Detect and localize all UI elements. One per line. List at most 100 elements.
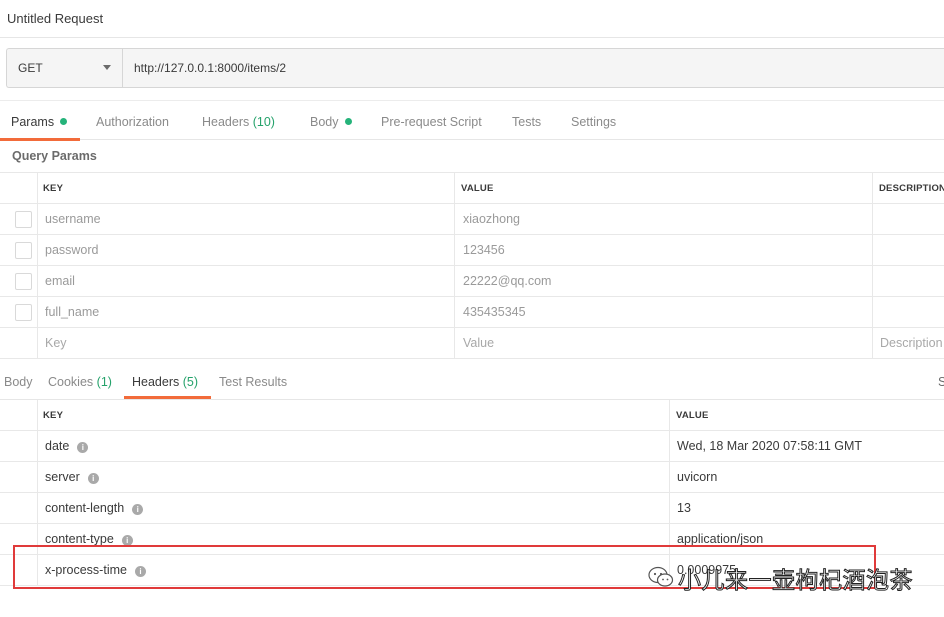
tab-authorization-label: Authorization bbox=[96, 115, 169, 129]
column-header-value: VALUE bbox=[669, 400, 944, 431]
param-description-cell[interactable] bbox=[872, 297, 944, 328]
column-header-description: DESCRIPTION bbox=[872, 173, 944, 204]
status-dot-icon bbox=[344, 118, 352, 125]
active-tab-indicator bbox=[0, 138, 80, 141]
param-value: 435435345 bbox=[463, 305, 526, 319]
column-header-value-label: VALUE bbox=[676, 410, 709, 421]
tab-headers-count: (10) bbox=[252, 115, 275, 129]
param-key: full_name bbox=[45, 305, 100, 319]
active-tab-indicator bbox=[124, 396, 211, 399]
tab-settings-label: Settings bbox=[571, 115, 617, 129]
header-key-cell: date i bbox=[37, 431, 669, 462]
param-value: 123456 bbox=[463, 243, 505, 257]
new-key-input[interactable]: Key bbox=[37, 328, 454, 359]
status-dot-icon bbox=[60, 118, 68, 125]
param-value-cell[interactable]: 123456 bbox=[454, 235, 872, 266]
tab-response-body[interactable]: Body bbox=[4, 375, 33, 389]
param-key: password bbox=[45, 243, 99, 257]
column-header-key-label: KEY bbox=[43, 410, 64, 421]
param-key-cell[interactable]: password bbox=[37, 235, 454, 266]
param-key-cell[interactable]: username bbox=[37, 204, 454, 235]
tab-body[interactable]: Body bbox=[310, 115, 352, 129]
tab-settings[interactable]: Settings bbox=[571, 115, 616, 129]
row-checkbox[interactable] bbox=[15, 242, 32, 259]
new-value-placeholder: Value bbox=[463, 336, 495, 350]
row-checkbox[interactable] bbox=[15, 211, 32, 228]
response-tabs: Body Cookies (1) Headers (5) Test Result… bbox=[0, 366, 944, 400]
param-key: username bbox=[45, 212, 101, 226]
query-params-title: Query Params bbox=[12, 149, 97, 163]
row-checkbox[interactable] bbox=[15, 304, 32, 321]
table-row: username xiaozhong bbox=[0, 204, 944, 235]
new-value-input[interactable]: Value bbox=[454, 328, 872, 359]
header-key: content-length bbox=[45, 501, 125, 515]
new-description-placeholder: Description bbox=[880, 336, 943, 350]
header-key-cell: content-length i bbox=[37, 493, 669, 524]
request-tabs: Params Authorization Headers (10) Body P… bbox=[0, 100, 944, 141]
param-key: email bbox=[45, 274, 75, 288]
header-key: content-type bbox=[45, 532, 114, 546]
method-label: GET bbox=[18, 61, 43, 75]
param-description-cell[interactable] bbox=[872, 204, 944, 235]
param-value-cell[interactable]: xiaozhong bbox=[454, 204, 872, 235]
tab-params-label: Params bbox=[11, 115, 55, 129]
tab-headers-label: Headers bbox=[202, 115, 250, 129]
header-value: uvicorn bbox=[677, 470, 718, 484]
param-value-cell[interactable]: 22222@qq.com bbox=[454, 266, 872, 297]
watermark-text: 小儿来一壶枸杞酒泡茶 bbox=[678, 568, 914, 595]
method-select[interactable]: GET bbox=[7, 49, 123, 87]
param-description-cell[interactable] bbox=[872, 235, 944, 266]
tab-pre-request-script[interactable]: Pre-request Script bbox=[381, 115, 482, 129]
header-value-cell: Wed, 18 Mar 2020 07:58:11 GMT bbox=[669, 431, 944, 462]
table-header-row: KEY VALUE DESCRIPTION bbox=[0, 173, 944, 204]
row-checkbox[interactable] bbox=[15, 273, 32, 290]
new-param-row: Key Value Description bbox=[0, 328, 944, 359]
header-value: 13 bbox=[677, 501, 691, 515]
table-row: server i uvicorn bbox=[0, 462, 944, 493]
param-description-cell[interactable] bbox=[872, 266, 944, 297]
param-value: xiaozhong bbox=[463, 212, 520, 226]
param-key-cell[interactable]: email bbox=[37, 266, 454, 297]
column-header-key: KEY bbox=[37, 400, 669, 431]
tab-params[interactable]: Params bbox=[11, 115, 68, 129]
tab-cookies[interactable]: Cookies (1) bbox=[48, 375, 112, 389]
header-key: server bbox=[45, 470, 80, 484]
request-title-bar: Untitled Request bbox=[0, 0, 944, 38]
tab-cookies-label: Cookies bbox=[48, 375, 94, 389]
header-key-cell: server i bbox=[37, 462, 669, 493]
info-icon[interactable]: i bbox=[132, 504, 144, 515]
column-header-value-label: VALUE bbox=[461, 183, 494, 194]
table-row: password 123456 bbox=[0, 235, 944, 266]
info-icon[interactable]: i bbox=[77, 442, 89, 453]
param-key-cell[interactable]: full_name bbox=[37, 297, 454, 328]
header-value: Wed, 18 Mar 2020 07:58:11 GMT bbox=[677, 439, 863, 453]
column-header-key: KEY bbox=[37, 173, 454, 204]
info-icon[interactable]: i bbox=[87, 473, 99, 484]
table-row: email 22222@qq.com bbox=[0, 266, 944, 297]
header-value: application/json bbox=[677, 532, 764, 546]
tab-response-body-label: Body bbox=[4, 375, 33, 389]
tab-tests[interactable]: Tests bbox=[512, 115, 541, 129]
tab-authorization[interactable]: Authorization bbox=[96, 115, 169, 129]
tab-tests-label: Tests bbox=[512, 115, 542, 129]
table-row: full_name 435435345 bbox=[0, 297, 944, 328]
table-row: date i Wed, 18 Mar 2020 07:58:11 GMT bbox=[0, 431, 944, 462]
tab-headers[interactable]: Headers (10) bbox=[202, 115, 275, 129]
watermark: 小儿来一壶枸杞酒泡茶 bbox=[648, 559, 918, 595]
column-header-key-label: KEY bbox=[43, 183, 64, 194]
tab-test-results[interactable]: Test Results bbox=[219, 375, 287, 389]
tab-response-headers-label: Headers bbox=[132, 375, 180, 389]
header-value-cell: uvicorn bbox=[669, 462, 944, 493]
tab-test-results-label: Test Results bbox=[219, 375, 288, 389]
url-input[interactable]: http://127.0.0.1:8000/items/2 bbox=[134, 61, 286, 75]
header-key: date bbox=[45, 439, 70, 453]
header-value-cell: 13 bbox=[669, 493, 944, 524]
query-params-table: KEY VALUE DESCRIPTION username xiaozhong… bbox=[0, 172, 944, 359]
tab-response-headers[interactable]: Headers (5) bbox=[132, 375, 198, 389]
new-description-input[interactable]: Description bbox=[872, 328, 944, 359]
request-title[interactable]: Untitled Request bbox=[7, 11, 103, 26]
new-key-placeholder: Key bbox=[45, 336, 67, 350]
wechat-icon bbox=[648, 566, 674, 587]
status-edge-text: S bbox=[938, 375, 944, 389]
param-value-cell[interactable]: 435435345 bbox=[454, 297, 872, 328]
